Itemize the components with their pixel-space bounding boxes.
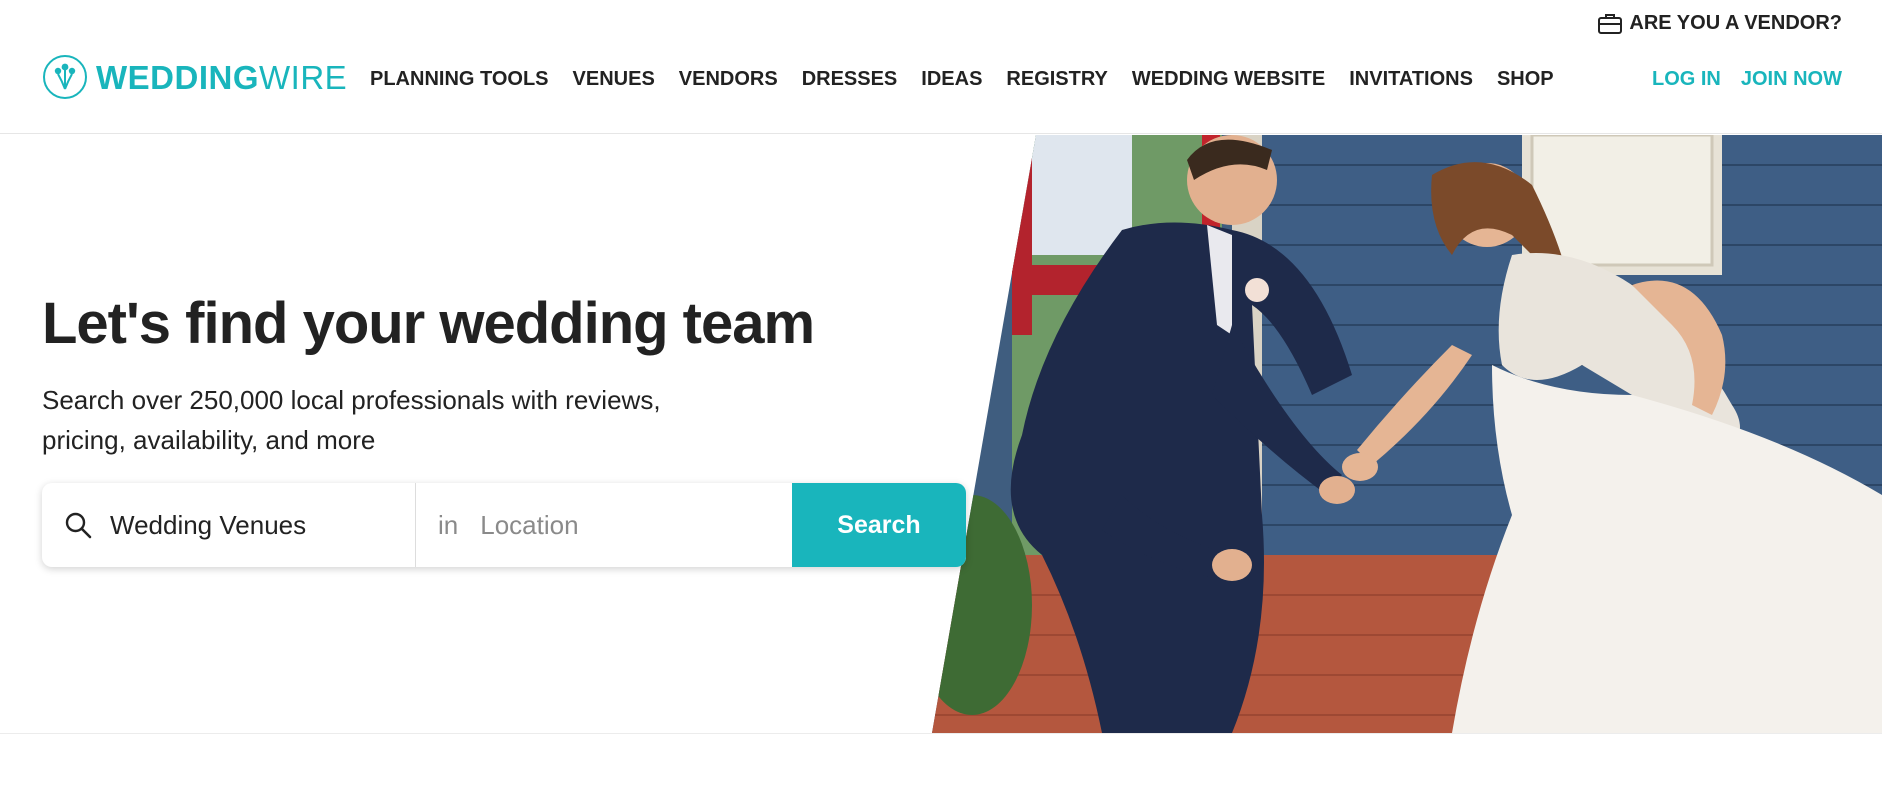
- nav-vendors[interactable]: VENDORS: [679, 68, 778, 91]
- site-header: ARE YOU A VENDOR? WEDDINGWIRE PLANNING T…: [0, 0, 1882, 134]
- hero-divider: [0, 733, 1882, 734]
- location-input[interactable]: [480, 509, 761, 541]
- category-search-field[interactable]: [42, 483, 416, 567]
- weddingwire-logo[interactable]: WEDDINGWIRE: [42, 54, 347, 100]
- logo-text-wedding: WEDDING: [96, 58, 259, 96]
- nav-registry[interactable]: REGISTRY: [1006, 68, 1108, 91]
- main-nav: PLANNING TOOLS VENUES VENDORS DRESSES ID…: [370, 68, 1554, 91]
- logo-text-wire: WIRE: [259, 58, 348, 96]
- location-in-label: in: [438, 509, 459, 540]
- hero-section: Let's find your wedding team Search over…: [0, 135, 1882, 733]
- hero-title: Let's find your wedding team: [42, 291, 815, 356]
- nav-wedding-website[interactable]: WEDDING WEBSITE: [1132, 68, 1325, 91]
- vendor-link-label: ARE YOU A VENDOR?: [1629, 12, 1842, 34]
- login-link[interactable]: LOG IN: [1652, 68, 1721, 91]
- nav-ideas[interactable]: IDEAS: [921, 68, 982, 91]
- briefcase-icon: [1598, 13, 1623, 34]
- location-search-field[interactable]: in: [416, 483, 792, 567]
- nav-planning-tools[interactable]: PLANNING TOOLS: [370, 68, 549, 91]
- hero-subtitle: Search over 250,000 local professionals …: [42, 385, 661, 455]
- bouquet-logo-icon: [43, 55, 87, 99]
- vendor-link[interactable]: ARE YOU A VENDOR?: [1597, 12, 1842, 35]
- category-search-input[interactable]: [110, 509, 370, 541]
- nav-dresses[interactable]: DRESSES: [802, 68, 898, 91]
- logo-text: WEDDINGWIRE: [96, 61, 347, 94]
- vendor-search-form: in Search: [42, 483, 966, 567]
- auth-links: LOG IN JOIN NOW: [1652, 68, 1842, 91]
- search-icon: [65, 512, 92, 539]
- join-now-link[interactable]: JOIN NOW: [1741, 68, 1842, 91]
- nav-invitations[interactable]: INVITATIONS: [1349, 68, 1473, 91]
- nav-shop[interactable]: SHOP: [1497, 68, 1554, 91]
- hero-photo-illustration: [932, 135, 1882, 733]
- hero-couple-photo: [932, 135, 1882, 733]
- nav-venues[interactable]: VENUES: [573, 68, 655, 91]
- search-button[interactable]: Search: [792, 483, 966, 567]
